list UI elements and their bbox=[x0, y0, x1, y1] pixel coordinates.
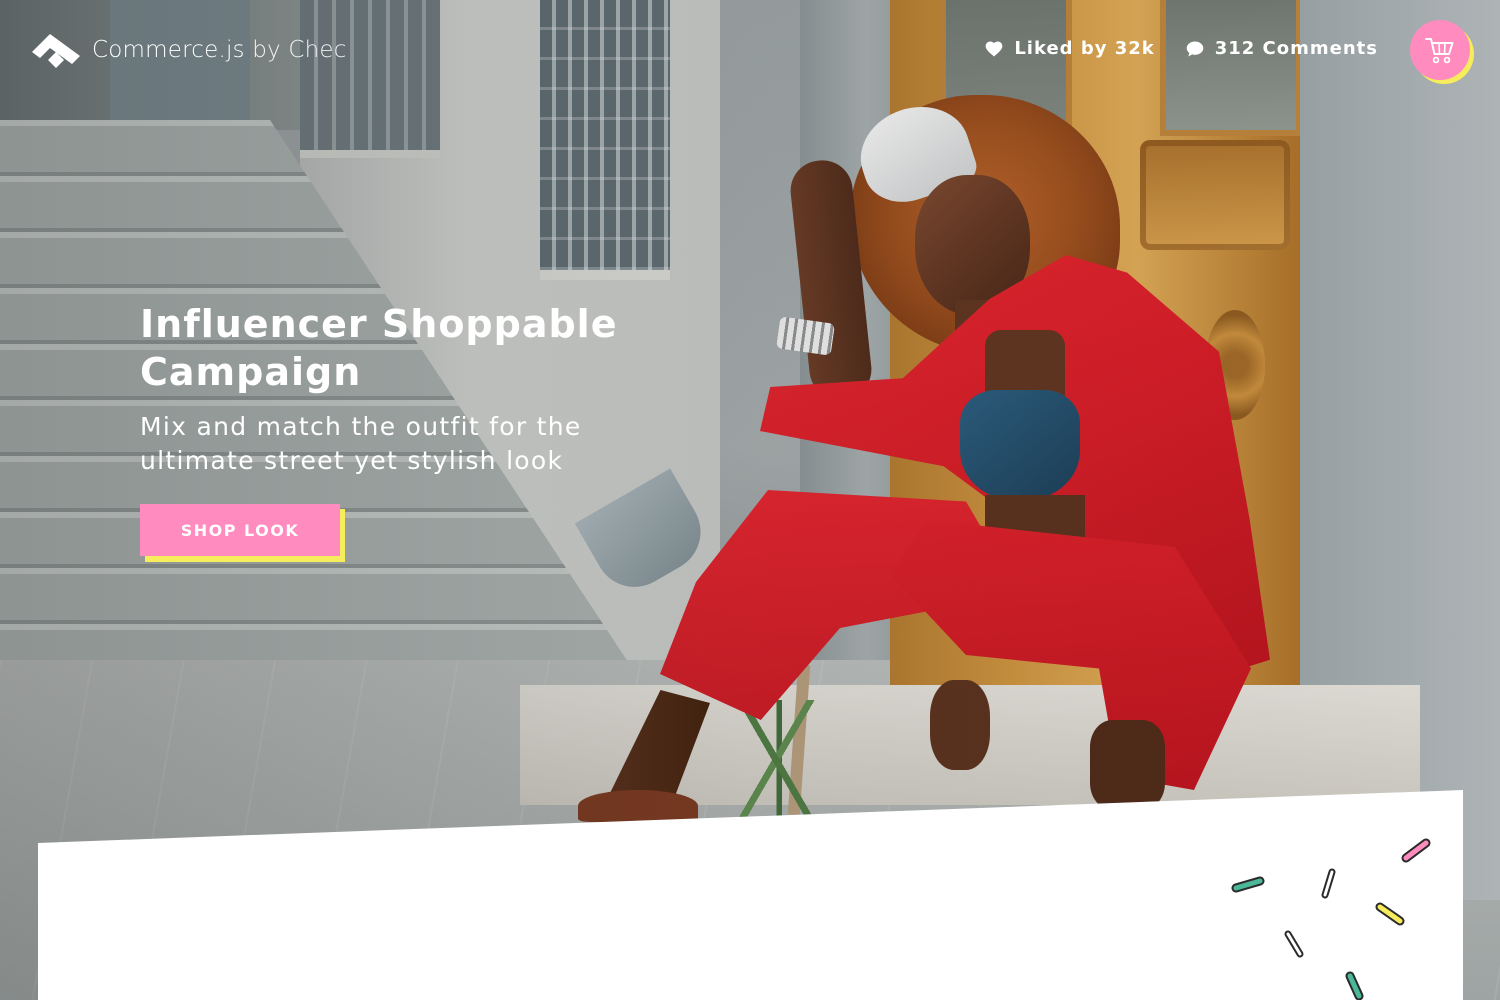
cart-button-wrapper bbox=[1410, 20, 1474, 84]
hero-subtitle: Mix and match the outfit for the ultimat… bbox=[140, 412, 582, 475]
shop-look-button-wrapper: SHOP LOOK bbox=[140, 504, 345, 562]
brand-name: Commerce.js bbox=[92, 37, 245, 63]
comments-label: 312 Comments bbox=[1214, 38, 1378, 59]
brand-name-text: Commerce.js by Chec bbox=[92, 37, 347, 63]
chec-logo-icon bbox=[32, 34, 80, 68]
hero-title: Influencer Shoppable Campaign bbox=[140, 302, 618, 394]
hero-copy: Influencer Shoppable Campaign Mix and ma… bbox=[140, 300, 660, 478]
sprinkle-teal-fill bbox=[1233, 878, 1263, 891]
brand-by-text: by Chec bbox=[252, 37, 347, 63]
likes-button[interactable]: Liked by 32k bbox=[984, 38, 1154, 59]
likes-label: Liked by 32k bbox=[1014, 38, 1155, 59]
comments-button[interactable]: 312 Comments bbox=[1185, 38, 1378, 59]
comment-bubble-icon bbox=[1186, 41, 1204, 56]
sprinkle-outline-2-fill bbox=[1286, 932, 1302, 956]
brand-logo[interactable]: Commerce.js by Chec bbox=[30, 30, 347, 70]
heart-icon bbox=[985, 41, 1003, 56]
hero-section: Commerce.js by Chec Liked by 32k 312 Com… bbox=[0, 0, 1500, 1000]
shop-look-button[interactable]: SHOP LOOK bbox=[140, 504, 340, 556]
sprinkles-decoration bbox=[1231, 838, 1431, 1000]
cart-button[interactable] bbox=[1410, 20, 1470, 80]
header-actions: Liked by 32k 312 Comments bbox=[984, 38, 1378, 59]
shopping-cart-icon bbox=[1425, 38, 1454, 64]
